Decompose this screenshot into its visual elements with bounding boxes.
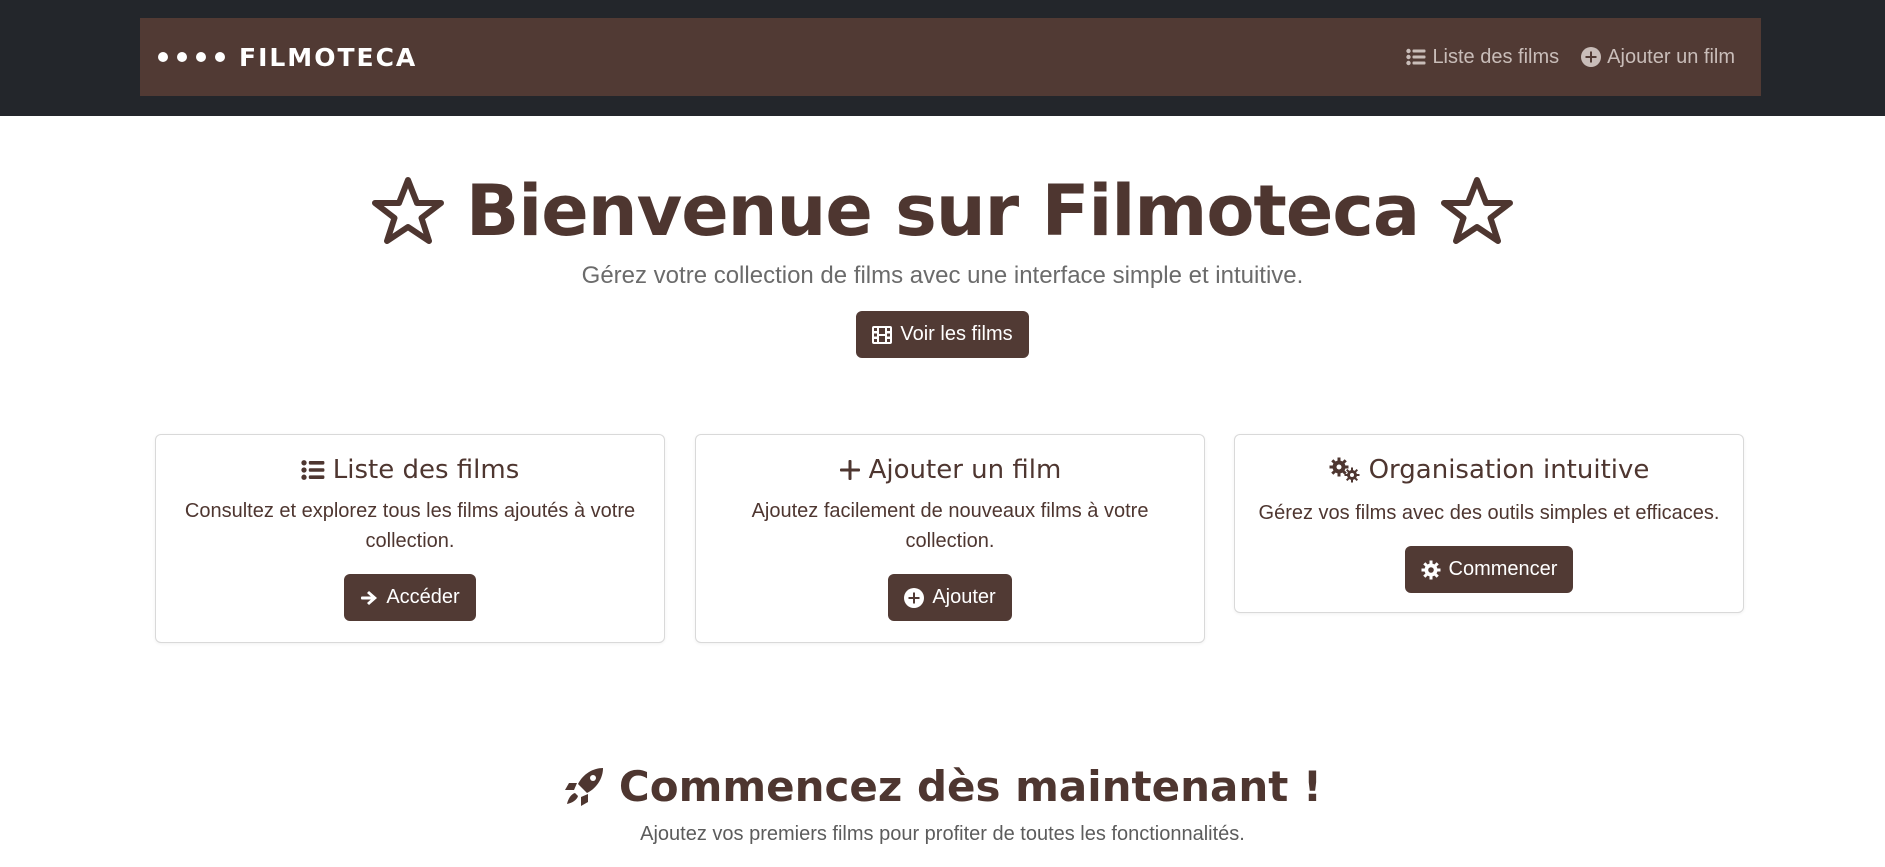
nav-item-liste-des-films[interactable]: Liste des films [1406,46,1559,69]
gears-icon [1329,457,1360,483]
plus-circle-icon [1581,47,1602,67]
feature-cards: Liste des films Consultez et explorez to… [155,434,1745,644]
brand[interactable]: FILMOTECA [158,43,417,72]
nav-item-ajouter-un-film[interactable]: Ajouter un film [1581,46,1735,69]
cta-subtitle: Ajoutez vos premiers films pour profiter… [640,822,1245,845]
list-icon [301,460,325,480]
card-title: Organisation intuitive [1329,455,1650,485]
nav-links: Liste des films Ajouter un film [1406,46,1735,69]
card-ajouter-un-film: Ajouter un film Ajoutez facilement de no… [695,434,1205,643]
card-text: Ajoutez facilement de nouveaux films à v… [751,500,1149,552]
card-text: Gérez vos films avec des outils simples … [1258,502,1720,524]
ajouter-button[interactable]: Ajouter [888,574,1012,621]
list-icon [1406,48,1426,66]
card-title-text: Liste des films [332,455,520,485]
card-title-text: Organisation intuitive [1368,455,1650,485]
button-label: Voir les films [900,323,1013,345]
rocket-icon [564,767,603,806]
four-dots-icon [158,52,225,62]
hero-title: Bienvenue sur Filmoteca [371,170,1514,252]
nav-item-label: Ajouter un film [1607,45,1735,68]
star-outline-icon [371,177,444,244]
navbar: FILMOTECA Liste des films Ajouter un fil… [140,18,1761,96]
card-title: Ajouter un film [839,455,1062,485]
card-title-text: Ajouter un film [868,455,1062,485]
card-organisation-intuitive: Organisation intuitive Gérez vos films a… [1234,434,1744,613]
hero-section: Bienvenue sur Filmoteca Gérez votre coll… [0,170,1885,358]
card-liste-des-films: Liste des films Consultez et explorez to… [155,434,665,643]
brand-name: FILMOTECA [239,42,418,72]
plus-icon [839,460,860,480]
commencer-button[interactable]: Commencer [1404,546,1574,593]
card-title: Liste des films [301,455,520,485]
gear-icon [1421,560,1441,579]
button-label: Ajouter [932,586,996,608]
arrow-right-icon [361,590,378,605]
film-icon [872,325,893,344]
card-text: Consultez et explorez tous les films ajo… [184,500,636,552]
hero-title-text: Bienvenue sur Filmoteca [465,170,1420,252]
star-outline-icon [1441,177,1514,244]
cta-section: Commencez dès maintenant ! Ajoutez vos p… [0,762,1885,846]
voir-les-films-button[interactable]: Voir les films [856,311,1029,358]
acceder-button[interactable]: Accéder [344,574,476,621]
button-label: Commencer [1448,558,1558,580]
hero-subtitle: Gérez votre collection de films avec une… [581,262,1304,289]
nav-item-label: Liste des films [1432,45,1560,68]
cta-title: Commencez dès maintenant ! [563,762,1322,811]
plus-circle-icon [904,587,925,608]
top-bar: FILMOTECA Liste des films Ajouter un fil… [0,0,1885,116]
button-label: Accéder [386,586,460,608]
cta-title-text: Commencez dès maintenant ! [618,762,1323,811]
